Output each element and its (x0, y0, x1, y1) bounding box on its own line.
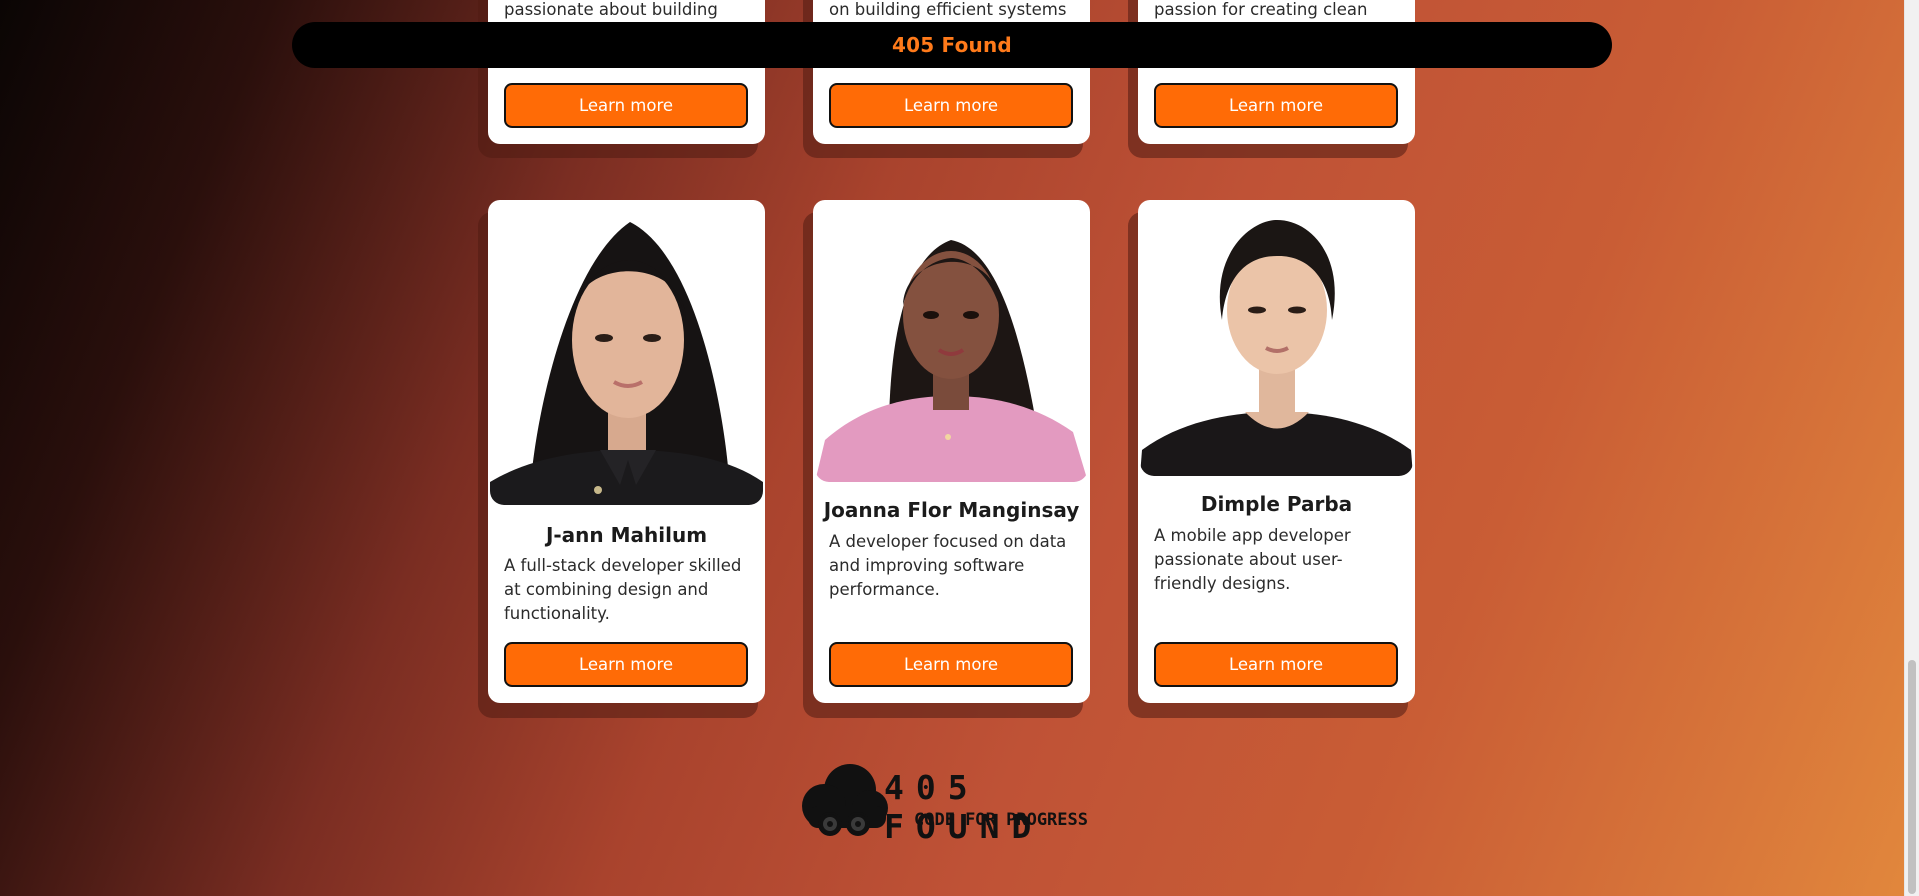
profile-photo (815, 200, 1088, 482)
member-name: Joanna Flor Manginsay (823, 498, 1080, 522)
member-description: A mobile app developer passionate about … (1154, 526, 1351, 593)
logo-title: 405 FOUND (884, 768, 1044, 846)
member-name: Dimple Parba (1200, 492, 1353, 516)
learn-more-button[interactable]: Learn more (1154, 83, 1398, 128)
team-card-jann: J-ann Mahilum A full-stack developer ski… (488, 200, 765, 703)
member-description: A developer focused on data and improvin… (829, 532, 1067, 599)
card-description: passionate about building (504, 0, 718, 19)
learn-more-button[interactable]: Learn more (829, 642, 1073, 687)
scrollbar-thumb[interactable] (1908, 660, 1916, 894)
footer-logo: 405 FOUND CODE FOR PROGRESS (798, 762, 1108, 846)
learn-more-button[interactable]: Learn more (829, 83, 1073, 128)
cloud-glasses-icon (802, 764, 888, 836)
page-scrollbar[interactable] (1904, 0, 1919, 896)
card-description: on building efficient systems (829, 0, 1067, 19)
member-description: A full-stack developer skilled at combin… (504, 556, 742, 623)
navbar-brand[interactable]: 405 Found (892, 33, 1012, 57)
learn-more-button[interactable]: Learn more (504, 83, 748, 128)
team-card-dimple: Dimple Parba A mobile app developer pass… (1138, 200, 1415, 703)
top-navbar: 405 Found (292, 22, 1612, 68)
card-description: passion for creating clean (1154, 0, 1368, 19)
team-card-joanna: Joanna Flor Manginsay A developer focuse… (813, 200, 1090, 703)
learn-more-button[interactable]: Learn more (1154, 642, 1398, 687)
profile-photo (490, 200, 763, 505)
logo-tagline: CODE FOR PROGRESS (914, 810, 1088, 830)
member-name: J-ann Mahilum (545, 523, 708, 547)
learn-more-button[interactable]: Learn more (504, 642, 748, 687)
profile-photo (1140, 200, 1413, 476)
